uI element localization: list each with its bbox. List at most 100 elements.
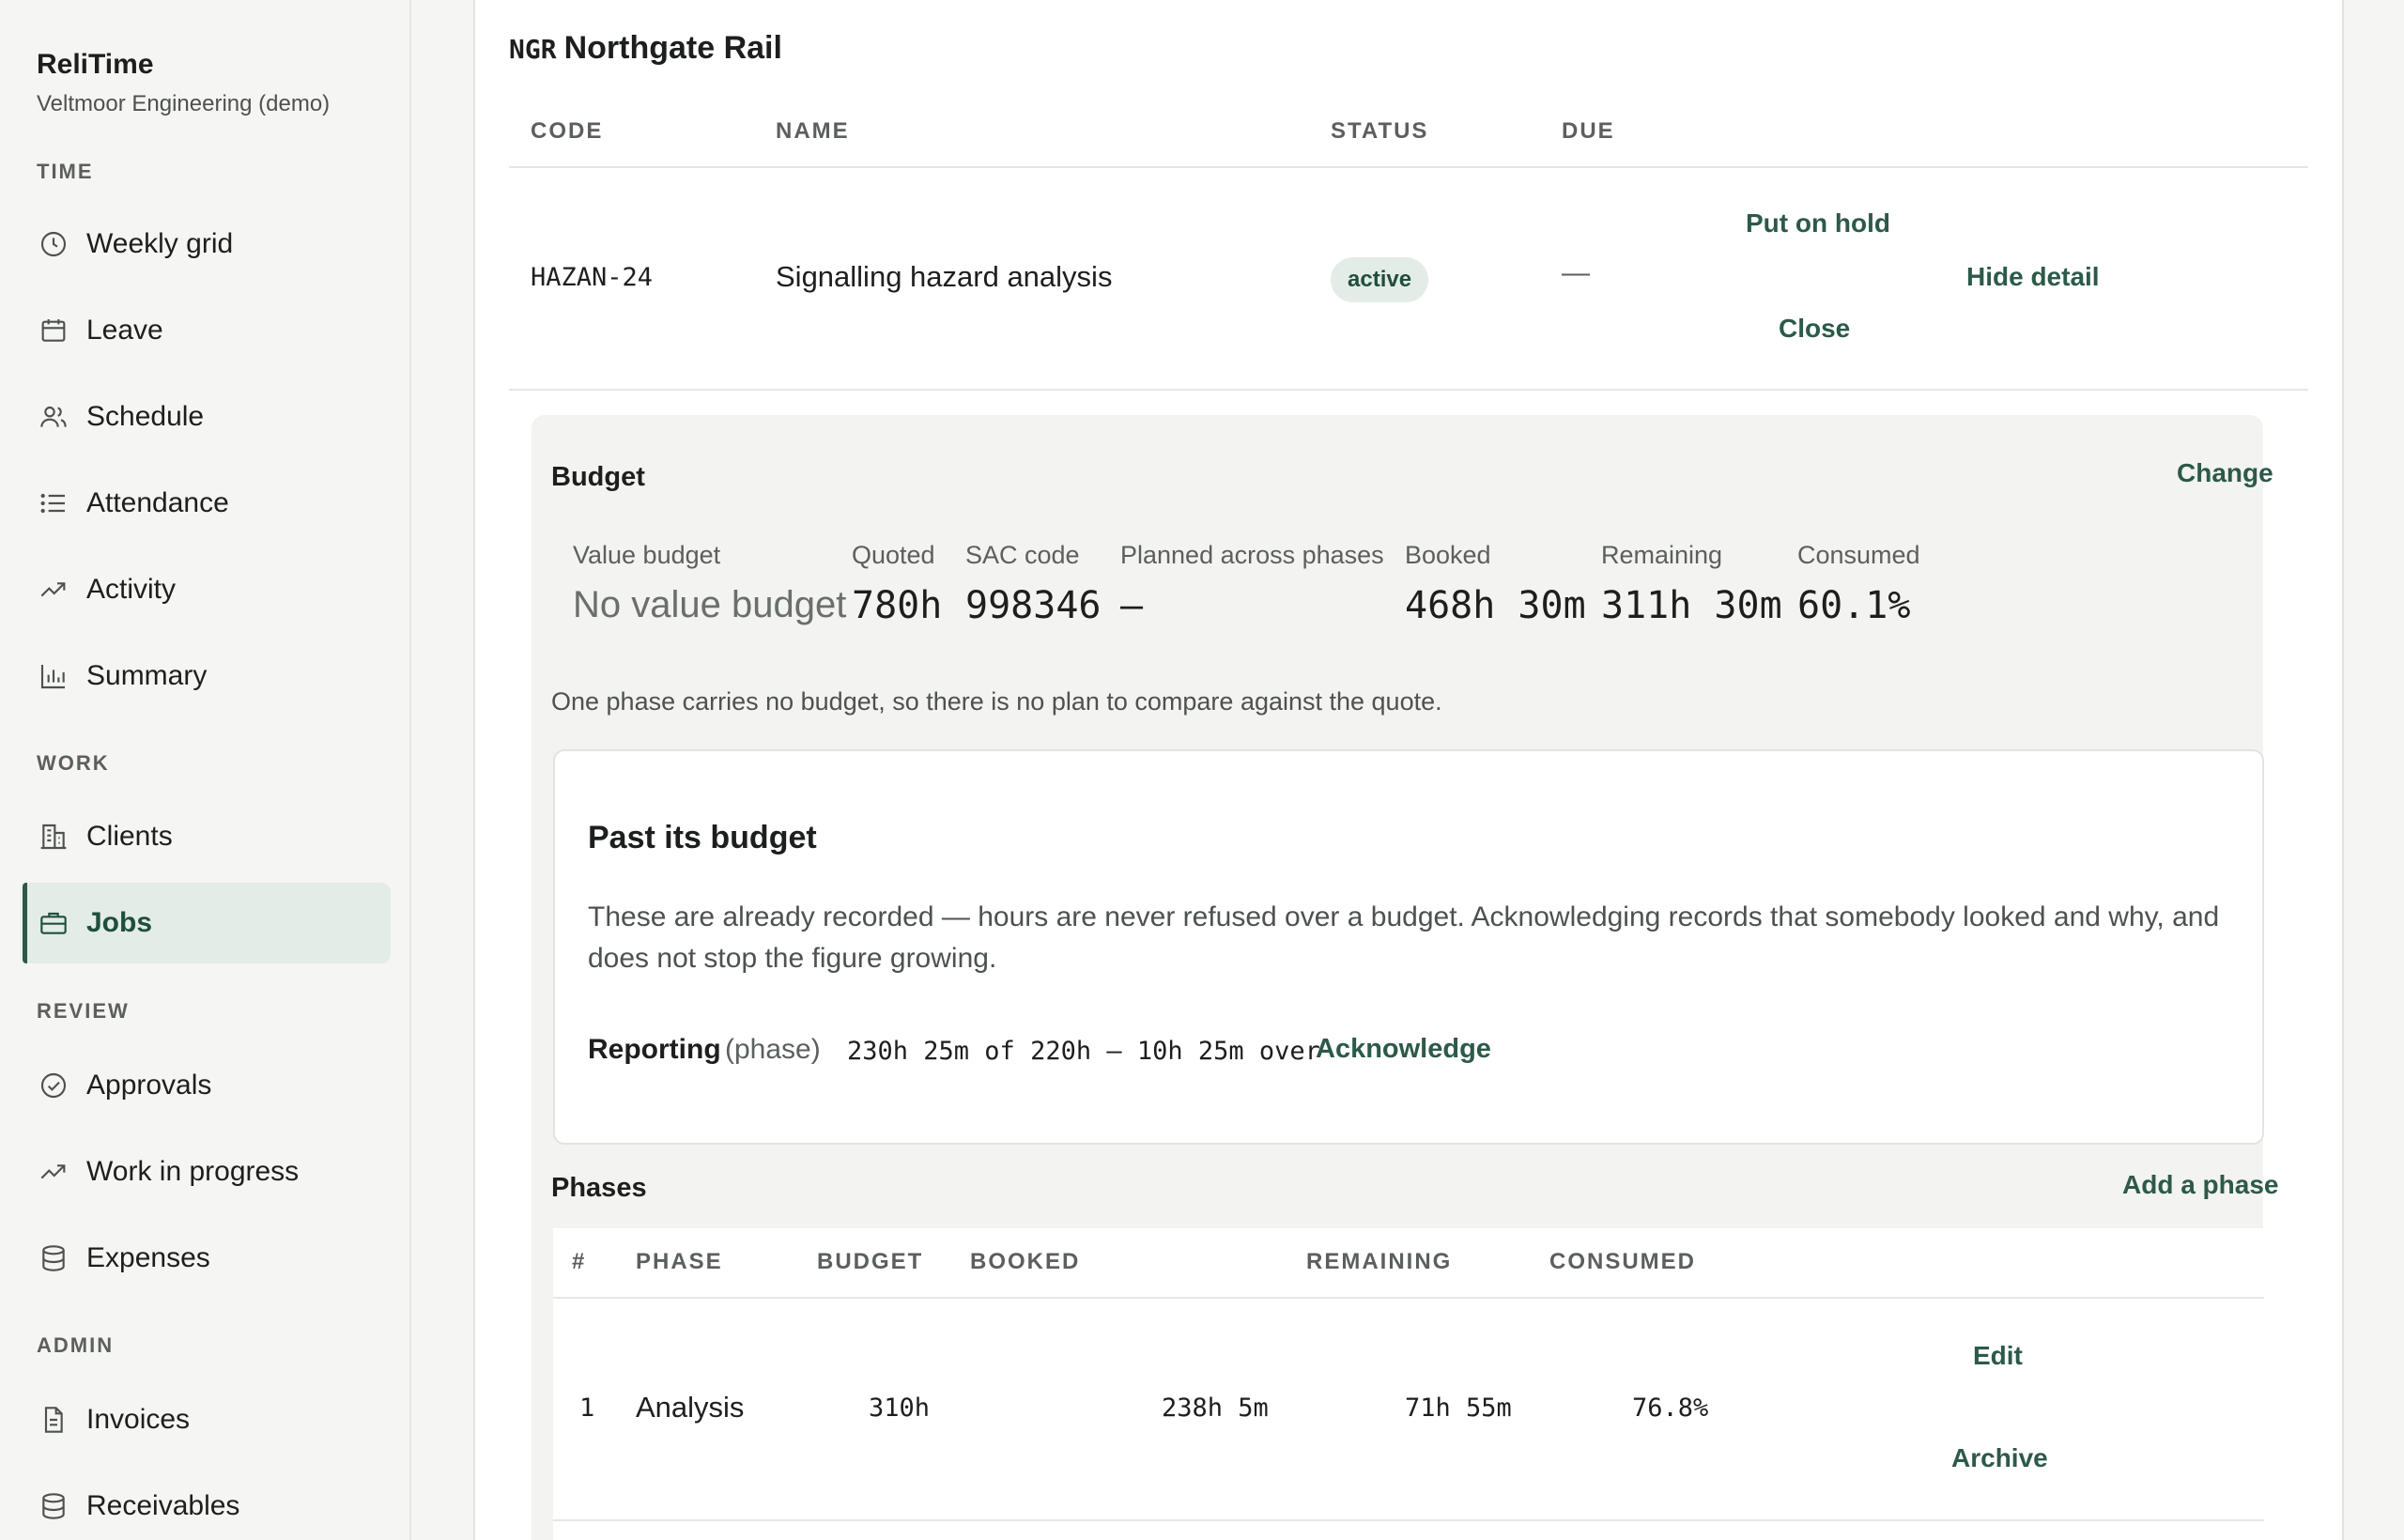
stat-value-planned: — bbox=[1120, 584, 1144, 627]
divider bbox=[553, 1519, 2264, 1521]
alert-title: Past its budget bbox=[588, 820, 817, 855]
column-header-status: STATUS bbox=[1331, 118, 1429, 144]
column-header-phase: PHASE bbox=[636, 1249, 723, 1274]
stat-value-consumed: 60.1% bbox=[1797, 584, 1911, 627]
stat-label-booked: Booked bbox=[1405, 541, 1491, 569]
column-header-due: DUE bbox=[1562, 118, 1615, 144]
sidebar-item-label: Schedule bbox=[86, 401, 205, 432]
sidebar-item-label: Invoices bbox=[86, 1404, 191, 1435]
section-label-admin: ADMIN bbox=[37, 1333, 115, 1357]
sidebar-item-weekly-grid[interactable]: Weekly grid bbox=[23, 204, 391, 285]
column-header-remaining: REMAINING bbox=[1306, 1249, 1453, 1274]
column-header-number: # bbox=[572, 1249, 587, 1274]
change-budget-button[interactable]: Change bbox=[2177, 458, 2273, 488]
check-circle-icon bbox=[38, 1070, 69, 1101]
database-icon bbox=[38, 1490, 69, 1522]
org-name: Veltmoor Engineering (demo) bbox=[37, 91, 331, 116]
bar-chart-icon bbox=[38, 660, 69, 692]
due-date: — bbox=[1562, 257, 1590, 288]
column-header-consumed: CONSUMED bbox=[1549, 1249, 1697, 1274]
phases-title: Phases bbox=[551, 1173, 647, 1203]
sidebar-item-label: Weekly grid bbox=[86, 228, 234, 259]
job-code: HAZAN-24 bbox=[531, 263, 654, 292]
edit-phase-button[interactable]: Edit bbox=[1973, 1341, 2023, 1371]
sidebar-item-clients[interactable]: Clients bbox=[23, 796, 391, 877]
sidebar-item-label: Attendance bbox=[86, 487, 229, 518]
trending-up-icon bbox=[38, 574, 69, 606]
clock-icon bbox=[38, 228, 69, 260]
sidebar-item-invoices[interactable]: Invoices bbox=[23, 1379, 391, 1460]
phase-name: Analysis bbox=[636, 1391, 745, 1424]
column-header-name: NAME bbox=[776, 118, 850, 144]
sidebar-item-summary[interactable]: Summary bbox=[23, 636, 391, 716]
status-badge: active bbox=[1331, 257, 1429, 302]
briefcase-icon bbox=[38, 907, 69, 939]
add-phase-button[interactable]: Add a phase bbox=[2122, 1170, 2278, 1200]
users-icon bbox=[38, 401, 69, 433]
app-name: ReliTime bbox=[37, 49, 154, 80]
divider bbox=[509, 389, 2308, 391]
sidebar-item-label: Jobs bbox=[86, 907, 153, 938]
sidebar-item-jobs[interactable]: Jobs bbox=[23, 883, 391, 963]
over-budget-item-name: Reporting bbox=[588, 1034, 721, 1065]
phase-booked: 238h 5m bbox=[1162, 1394, 1269, 1423]
trending-up-icon bbox=[38, 1156, 69, 1188]
sidebar-item-label: Expenses bbox=[86, 1242, 210, 1273]
close-job-button[interactable]: Close bbox=[1779, 314, 1850, 344]
stat-label-remaining: Remaining bbox=[1601, 541, 1723, 569]
client-code: NGR bbox=[509, 34, 557, 65]
job-name: Signalling hazard analysis bbox=[776, 260, 1113, 293]
phase-remaining: 71h 55m bbox=[1405, 1394, 1512, 1423]
budget-title: Budget bbox=[551, 462, 645, 492]
phase-budget: 310h bbox=[869, 1394, 931, 1423]
list-icon bbox=[38, 487, 69, 519]
building-icon bbox=[38, 821, 69, 853]
over-budget-figures: 230h 25m of 220h — 10h 25m over bbox=[847, 1037, 1320, 1066]
stat-value-remaining: 311h 30m bbox=[1601, 584, 1782, 627]
put-on-hold-button[interactable]: Put on hold bbox=[1746, 208, 1890, 239]
sidebar-item-approvals[interactable]: Approvals bbox=[23, 1045, 391, 1126]
stat-label-quoted: Quoted bbox=[852, 541, 935, 569]
sidebar-item-receivables[interactable]: Receivables bbox=[23, 1466, 391, 1540]
stat-value-sac-code: 998346 bbox=[965, 584, 1102, 627]
column-header-booked: BOOKED bbox=[970, 1249, 1081, 1274]
alert-body: These are already recorded — hours are n… bbox=[588, 901, 2220, 974]
column-header-code: CODE bbox=[531, 118, 604, 144]
database-icon bbox=[38, 1242, 69, 1274]
sidebar-item-label: Approvals bbox=[86, 1070, 212, 1101]
client-name: Northgate Rail bbox=[563, 30, 782, 66]
stat-label-planned: Planned across phases bbox=[1120, 541, 1384, 569]
calendar-icon bbox=[38, 315, 69, 346]
sidebar-item-leave[interactable]: Leave bbox=[23, 290, 391, 371]
stat-label-value-budget: Value budget bbox=[573, 541, 721, 569]
sidebar-item-activity[interactable]: Activity bbox=[23, 549, 391, 630]
phase-consumed: 76.8% bbox=[1632, 1394, 1709, 1423]
budget-note: One phase carries no budget, so there is… bbox=[551, 687, 1442, 716]
document-icon bbox=[38, 1404, 69, 1436]
sidebar-item-attendance[interactable]: Attendance bbox=[23, 463, 391, 544]
stat-value-booked: 468h 30m bbox=[1405, 584, 1586, 627]
sidebar-item-label: Activity bbox=[86, 574, 177, 605]
sidebar-item-expenses[interactable]: Expenses bbox=[23, 1218, 391, 1299]
phase-number: 1 bbox=[579, 1394, 595, 1423]
section-label-time: TIME bbox=[37, 160, 94, 183]
divider bbox=[509, 166, 2308, 168]
sidebar-item-label: Leave bbox=[86, 315, 163, 346]
sidebar-item-label: Work in progress bbox=[86, 1156, 300, 1187]
sidebar-item-schedule[interactable]: Schedule bbox=[23, 377, 391, 457]
sidebar-item-label: Clients bbox=[86, 821, 173, 852]
stat-label-consumed: Consumed bbox=[1797, 541, 1920, 569]
sidebar: ReliTime Veltmoor Engineering (demo) TIM… bbox=[0, 0, 411, 1540]
archive-phase-button[interactable]: Archive bbox=[1951, 1443, 2048, 1473]
section-label-review: REVIEW bbox=[37, 999, 130, 1023]
acknowledge-button[interactable]: Acknowledge bbox=[1316, 1034, 1491, 1065]
hide-detail-button[interactable]: Hide detail bbox=[1966, 262, 2100, 292]
sidebar-item-label: Summary bbox=[86, 660, 208, 691]
stat-value-quoted: 780h bbox=[852, 584, 943, 627]
sidebar-item-label: Receivables bbox=[86, 1490, 240, 1521]
over-budget-item-kind: (phase) bbox=[725, 1034, 821, 1065]
client-heading: NGR Northgate Rail bbox=[509, 30, 782, 67]
sidebar-item-work-in-progress[interactable]: Work in progress bbox=[23, 1132, 391, 1212]
column-header-budget: BUDGET bbox=[817, 1249, 924, 1274]
stat-value-value-budget: No value budget bbox=[573, 584, 847, 625]
